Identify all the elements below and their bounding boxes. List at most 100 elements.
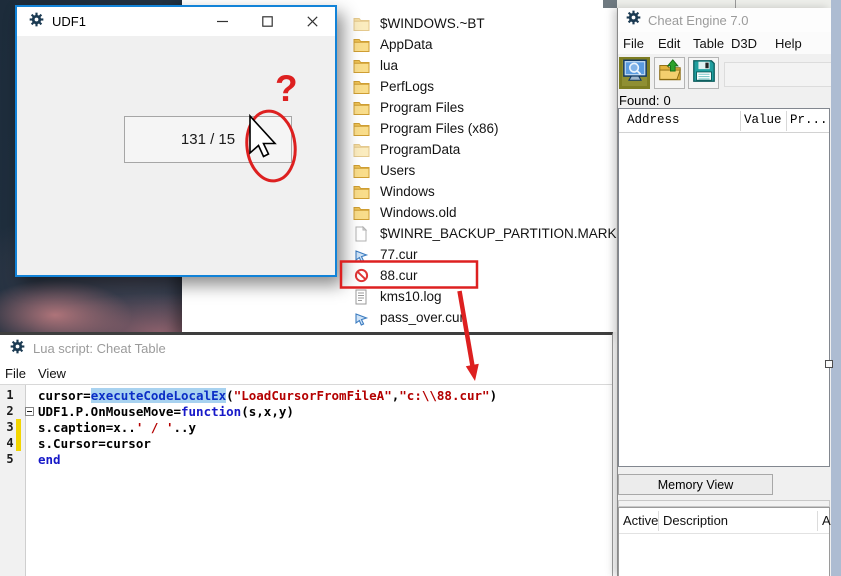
cheat-table-header: ActiveDescriptionAc bbox=[619, 508, 829, 534]
line-number: 4 bbox=[0, 436, 20, 450]
column-header-value[interactable]: Value bbox=[744, 113, 782, 127]
folder-icon bbox=[352, 79, 370, 95]
lua-window-title: Lua script: Cheat Table bbox=[33, 341, 166, 356]
line-number: 3 bbox=[0, 420, 20, 434]
file-row[interactable]: pass_over.cur bbox=[182, 307, 616, 328]
ce-menubar: File Edit Table D3D Help bbox=[618, 32, 831, 54]
blank-file-icon bbox=[352, 226, 370, 242]
file-name: ProgramData bbox=[380, 142, 460, 157]
column-header-description[interactable]: Description bbox=[663, 513, 728, 528]
ce-menu-file[interactable]: File bbox=[623, 32, 644, 54]
cheat-engine-gear-icon bbox=[29, 12, 44, 32]
fold-column bbox=[20, 407, 38, 416]
ce-menu-table[interactable]: Table bbox=[693, 32, 724, 54]
file-name: 88.cur bbox=[380, 268, 418, 283]
ce-menu-edit[interactable]: Edit bbox=[658, 32, 680, 54]
cheat-engine-gear-icon bbox=[626, 10, 641, 30]
file-name: Program Files bbox=[380, 100, 464, 115]
scan-results-header: Address Value Pr... bbox=[619, 109, 829, 133]
code-line: 2 UDF1.P.OnMouseMove=function(s,x,y) bbox=[0, 403, 612, 419]
file-name: kms10.log bbox=[380, 289, 442, 304]
background-window-fragment bbox=[603, 0, 617, 8]
file-name: Program Files (x86) bbox=[380, 121, 499, 136]
window-controls bbox=[200, 7, 335, 36]
column-divider[interactable] bbox=[817, 511, 818, 531]
file-name: Users bbox=[380, 163, 415, 178]
cursor-file-icon bbox=[352, 310, 370, 326]
save-table-button[interactable] bbox=[688, 57, 719, 89]
line-number: 2 bbox=[0, 404, 20, 418]
column-header-active[interactable]: Active bbox=[623, 513, 658, 528]
code-line: 3s.caption=x..' / '..y bbox=[0, 419, 612, 435]
coords-button-label: 131 / 15 bbox=[181, 131, 235, 148]
coords-button[interactable]: 131 / 15 bbox=[124, 116, 292, 163]
file-name: $WINRE_BACKUP_PARTITION.MARKER bbox=[380, 226, 635, 241]
maximize-button[interactable] bbox=[245, 7, 290, 36]
file-row[interactable]: kms10.log bbox=[182, 286, 616, 307]
folder-icon bbox=[352, 121, 370, 137]
lua-menu-view[interactable]: View bbox=[38, 362, 66, 384]
found-count: 0 bbox=[663, 93, 670, 108]
code-line: 5end bbox=[0, 451, 612, 467]
folder-faded-icon bbox=[352, 16, 370, 32]
log-file-icon bbox=[352, 289, 370, 305]
file-name: Windows.old bbox=[380, 205, 457, 220]
scan-progress-bar bbox=[724, 62, 832, 87]
ce-titlebar[interactable]: Cheat Engine 7.0 bbox=[618, 8, 831, 32]
file-name: PerfLogs bbox=[380, 79, 434, 94]
open-table-button[interactable] bbox=[654, 57, 685, 89]
minimize-icon bbox=[217, 16, 228, 27]
screen: $WINDOWS.~BTAppDataluaPerfLogsProgram Fi… bbox=[0, 0, 841, 576]
udf1-window: UDF1 131 / 15 bbox=[15, 5, 337, 277]
splitter-bar[interactable] bbox=[618, 500, 830, 507]
file-name: Windows bbox=[380, 184, 435, 199]
line-number: 1 bbox=[0, 388, 20, 402]
folder-icon bbox=[352, 205, 370, 221]
file-name: 77.cur bbox=[380, 247, 418, 262]
ce-toolbar bbox=[618, 56, 831, 92]
code-text: cursor=executeCodeLocalEx("LoadCursorFro… bbox=[38, 388, 497, 403]
lua-menubar: File View bbox=[0, 362, 612, 384]
cheat-engine-window: Cheat Engine 7.0 File Edit Table D3D Help Fo… bbox=[617, 8, 831, 576]
column-header-pr[interactable]: Pr... bbox=[790, 113, 828, 127]
file-name: pass_over.cur bbox=[380, 310, 464, 325]
folder-icon bbox=[352, 100, 370, 116]
window-edge-scrollbar[interactable] bbox=[831, 0, 841, 576]
ce-menu-help[interactable]: Help bbox=[775, 32, 802, 54]
folder-icon bbox=[352, 163, 370, 179]
folder-icon bbox=[352, 184, 370, 200]
column-divider[interactable] bbox=[786, 111, 787, 131]
ce-menu-d3d[interactable]: D3D bbox=[731, 32, 757, 54]
memory-view-button[interactable]: Memory View bbox=[618, 474, 773, 495]
select-process-button[interactable] bbox=[619, 57, 650, 89]
open-table-icon bbox=[657, 58, 683, 89]
annotation-question-mark: ? bbox=[275, 70, 298, 107]
background-window-fragment bbox=[617, 0, 831, 8]
udf1-titlebar[interactable]: UDF1 bbox=[17, 7, 335, 36]
line-number: 5 bbox=[0, 452, 20, 466]
resize-grip[interactable] bbox=[825, 360, 833, 368]
cheat-table-list[interactable]: ActiveDescriptionAc bbox=[618, 507, 830, 576]
memory-view-label: Memory View bbox=[658, 478, 733, 492]
lua-menu-file[interactable]: File bbox=[5, 362, 26, 384]
found-label: Found: bbox=[619, 93, 659, 108]
folder-icon bbox=[352, 58, 370, 74]
code-text: UDF1.P.OnMouseMove=function(s,x,y) bbox=[38, 404, 294, 419]
column-header-address[interactable]: Address bbox=[627, 113, 680, 127]
code-line: 4 s.Cursor=cursor bbox=[0, 435, 612, 451]
select-process-icon bbox=[622, 57, 648, 89]
lua-code-editor[interactable]: 1 cursor=executeCodeLocalEx("LoadCursorFr… bbox=[0, 384, 612, 576]
lua-titlebar[interactable]: Lua script: Cheat Table bbox=[0, 335, 612, 362]
code-line: 1 cursor=executeCodeLocalEx("LoadCursorFr… bbox=[0, 387, 612, 403]
minimize-button[interactable] bbox=[200, 7, 245, 36]
udf1-window-title: UDF1 bbox=[52, 14, 86, 29]
code-text: s.Cursor=cursor bbox=[38, 436, 151, 451]
file-name: lua bbox=[380, 58, 398, 73]
maximize-icon bbox=[262, 16, 273, 27]
close-button[interactable] bbox=[290, 7, 335, 36]
column-divider[interactable] bbox=[740, 111, 741, 131]
fold-collapse-icon[interactable] bbox=[25, 407, 34, 416]
blocked-file-icon bbox=[352, 268, 370, 284]
found-count-line: Found: 0 bbox=[619, 93, 671, 108]
scan-results-list[interactable]: Address Value Pr... bbox=[618, 108, 830, 467]
